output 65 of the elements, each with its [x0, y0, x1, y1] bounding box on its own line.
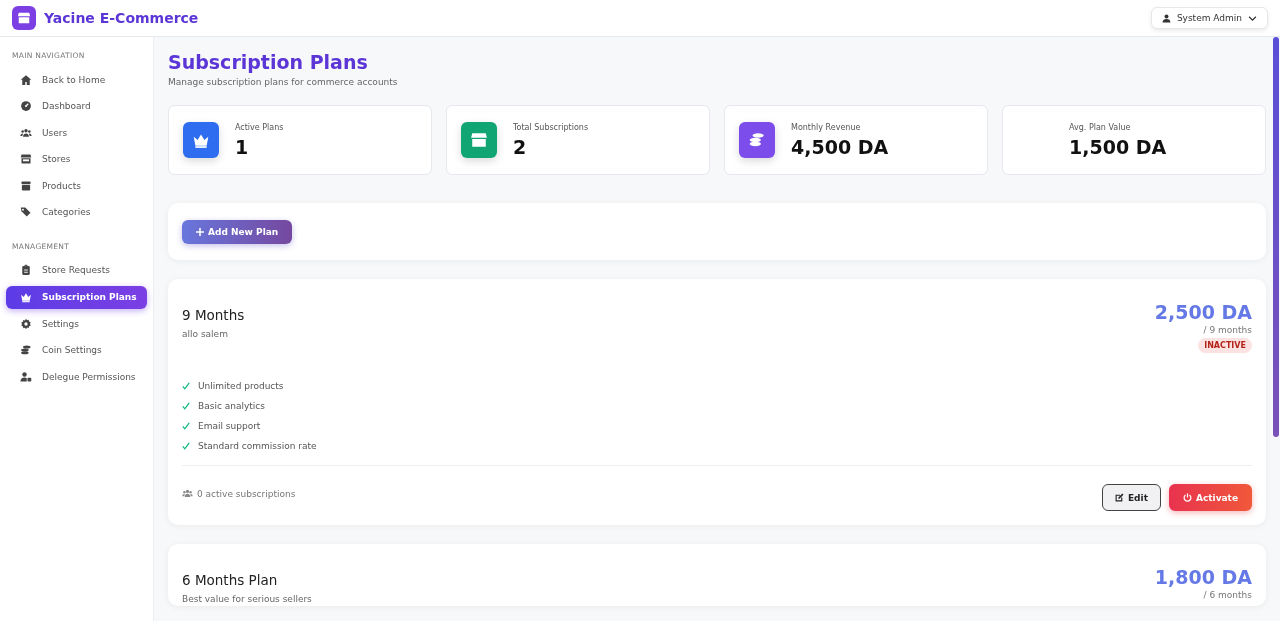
sidebar-item[interactable]: Back to Home	[6, 68, 147, 91]
user-icon	[1161, 13, 1171, 23]
stat-value: 2	[513, 135, 528, 158]
status-badge: INACTIVE	[1198, 338, 1252, 353]
edit-button[interactable]: Edit	[1101, 484, 1161, 511]
edit-icon	[1114, 493, 1124, 502]
users-icon	[20, 126, 32, 139]
feature-text: Standard commission rate	[198, 441, 317, 451]
plan-period: / 6 months	[1203, 590, 1252, 600]
add-plan-button[interactable]: Add New Plan	[182, 219, 293, 244]
stat-label: Active Plans	[235, 122, 284, 132]
sidebar-item[interactable]: Store Requests	[6, 258, 147, 282]
coins-icon	[748, 131, 766, 149]
plan-description: allo salem	[182, 329, 229, 339]
clipboard-icon	[20, 264, 32, 277]
check-icon	[182, 402, 190, 410]
plus-icon	[196, 227, 204, 236]
stat-label: Avg. Plan Value	[1069, 122, 1132, 132]
gauge-icon	[20, 100, 32, 113]
sidebar-item[interactable]: Users	[6, 121, 147, 145]
user-menu[interactable]: System Admin	[1150, 7, 1268, 29]
feature-text: Email support	[198, 421, 261, 431]
box-icon	[20, 179, 32, 192]
activate-button[interactable]: Activate	[1168, 484, 1252, 511]
sidebar-item[interactable]: Products	[6, 174, 147, 198]
subscription-count: 0 active subscriptions	[197, 488, 296, 499]
coins-icon	[20, 344, 32, 357]
sidebar-item[interactable]: Settings	[6, 312, 147, 336]
tag-icon	[20, 206, 32, 219]
sidebar-item[interactable]: Categories	[6, 200, 147, 224]
plan-price: 1,800 DA	[1154, 566, 1252, 588]
check-icon	[182, 382, 190, 390]
brand-name: Yacine E-Commerce	[44, 10, 199, 26]
plan-name: 6 Months Plan	[182, 572, 279, 588]
feature-text: Basic analytics	[198, 401, 265, 411]
users-icon	[182, 488, 193, 499]
stat-label: Monthly Revenue	[791, 122, 862, 132]
plan-price: 2,500 DA	[1154, 301, 1252, 323]
stat-value: 4,500 DA	[791, 135, 889, 158]
check-icon	[182, 422, 190, 430]
sidebar-item[interactable]: Coin Settings	[6, 338, 147, 362]
store-icon	[20, 153, 32, 166]
stat-value: 1,500 DA	[1069, 135, 1167, 158]
check-icon	[182, 442, 190, 450]
sidebar-item[interactable]: Subscription Plans	[6, 285, 147, 309]
plan-period: / 9 months	[1203, 325, 1252, 335]
settings-icon	[20, 317, 32, 330]
scrollbar-thumb[interactable]	[1273, 37, 1279, 437]
stat-label: Total Subscriptions	[513, 122, 589, 132]
chevron-down-icon	[1248, 13, 1257, 23]
crown-icon	[20, 291, 32, 304]
feature-text: Unlimited products	[198, 381, 284, 391]
page-subtitle: Manage subscription plans for commerce accounts	[168, 77, 399, 87]
store-icon	[17, 11, 31, 25]
plan-description: Best value for serious sellers	[182, 594, 312, 604]
sidebar-item[interactable]: Dashboard	[6, 94, 147, 118]
sidebar-item[interactable]: Stores	[6, 147, 147, 171]
store-icon	[470, 131, 488, 149]
home-icon	[20, 73, 32, 86]
stat-value: 1	[235, 135, 250, 158]
page-title: Subscription Plans	[168, 51, 369, 73]
power-icon	[1182, 493, 1192, 502]
sidebar-item[interactable]: Delegue Permissions	[6, 365, 147, 389]
user-lock-icon	[20, 370, 32, 383]
plan-name: 9 Months	[182, 307, 245, 323]
